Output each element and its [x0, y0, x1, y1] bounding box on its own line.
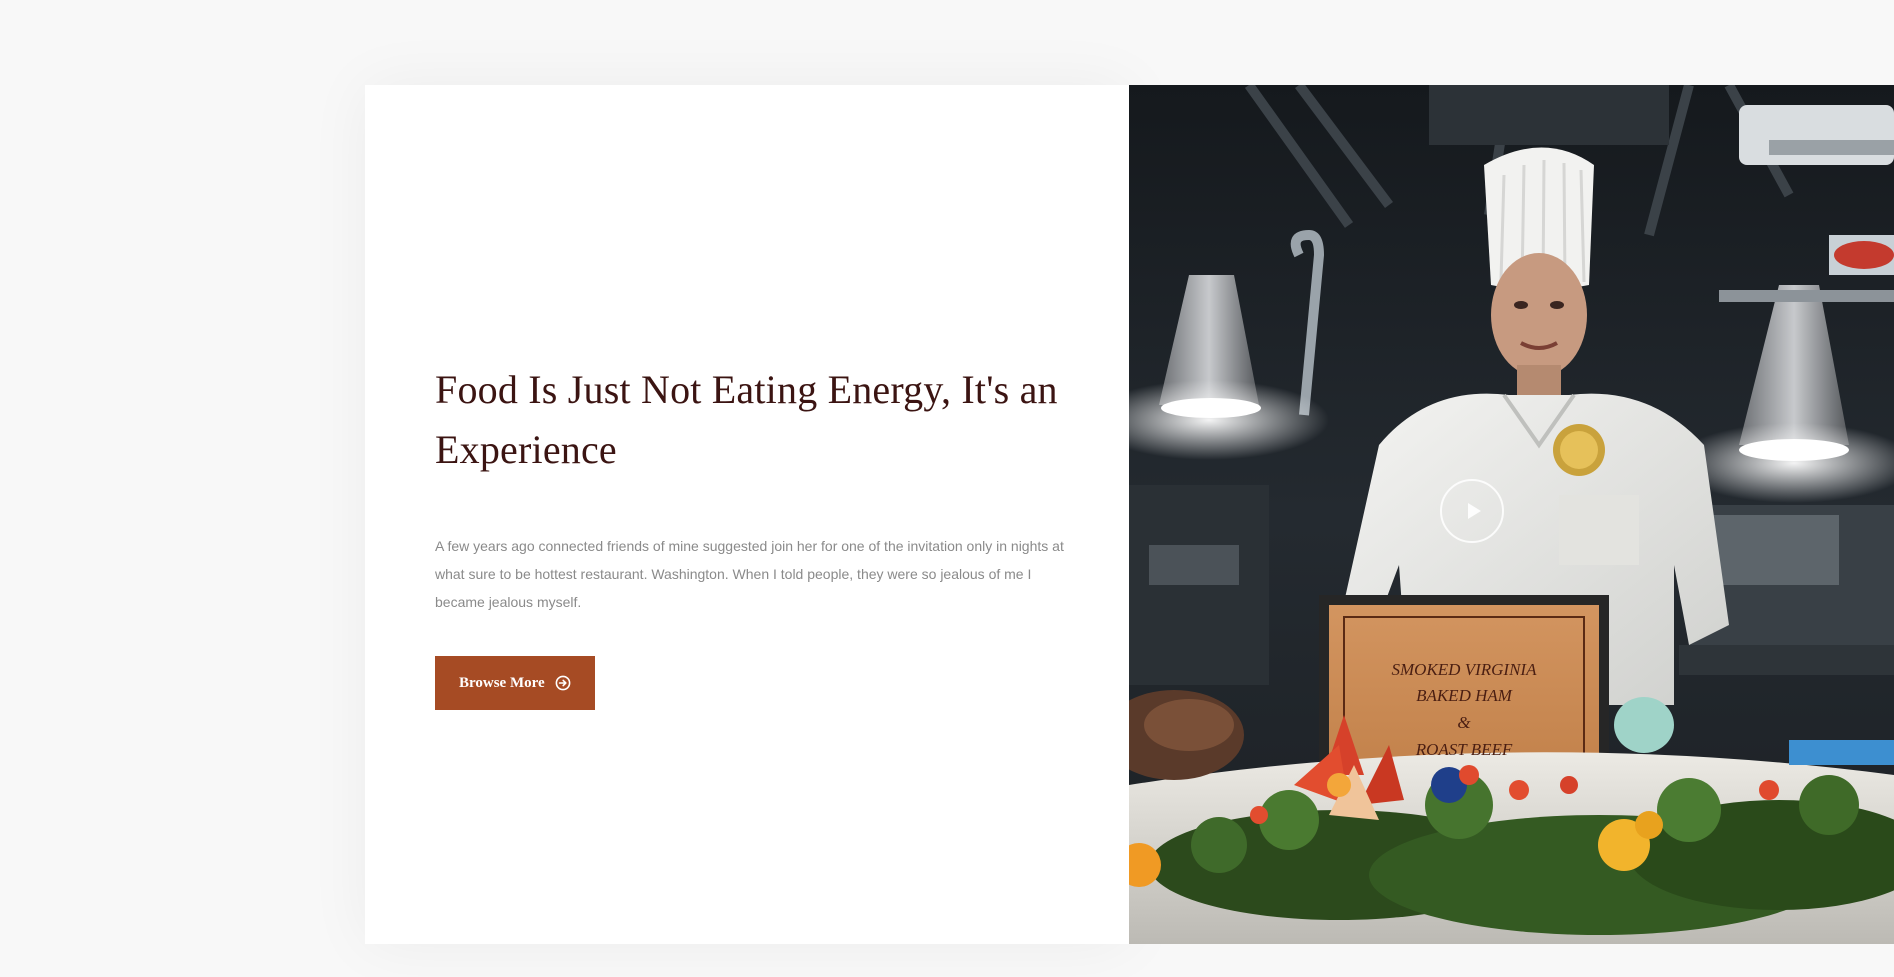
- sign-line-2: BAKED HAM: [1416, 686, 1513, 705]
- video-thumbnail[interactable]: SMOKED VIRGINIA BAKED HAM & ROAST BEEF: [1129, 85, 1894, 944]
- sign-line-3: &: [1457, 713, 1471, 732]
- about-content-card: Food Is Just Not Eating Energy, It's an …: [365, 85, 1129, 944]
- sign-line-1: SMOKED VIRGINIA: [1392, 660, 1538, 679]
- sign-line-4: ROAST BEEF: [1415, 740, 1513, 759]
- play-icon: [1468, 503, 1481, 519]
- arrow-circle-right-icon: [555, 675, 571, 691]
- about-section: Food Is Just Not Eating Energy, It's an …: [365, 85, 1894, 944]
- browse-more-button[interactable]: Browse More: [435, 656, 595, 710]
- sign-overlay: SMOKED VIRGINIA BAKED HAM & ROAST BEEF: [1392, 660, 1538, 759]
- play-button[interactable]: [1440, 479, 1504, 543]
- browse-more-label: Browse More: [459, 674, 545, 691]
- about-description: A few years ago connected friends of min…: [435, 538, 1064, 610]
- about-content: Food Is Just Not Eating Energy, It's an …: [435, 360, 1095, 710]
- about-headline: Food Is Just Not Eating Energy, It's an …: [435, 367, 1058, 472]
